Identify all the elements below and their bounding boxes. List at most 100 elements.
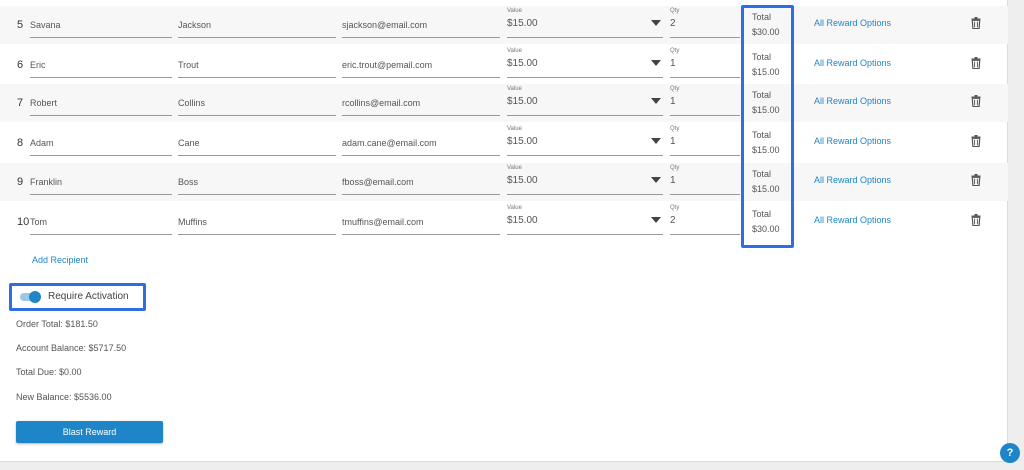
value-field-label: Value bbox=[507, 48, 522, 54]
help-button[interactable]: ? bbox=[1000, 443, 1020, 463]
first-name-field[interactable]: Eric bbox=[30, 46, 172, 78]
qty-field-label: Qty bbox=[670, 8, 680, 14]
quantity-field[interactable]: Qty 2 bbox=[670, 6, 740, 38]
total-column-highlight bbox=[741, 5, 794, 248]
row-number: 9 bbox=[17, 176, 24, 188]
recipient-row: 5 Savana Jackson sjackson@email.com Valu… bbox=[0, 6, 1008, 44]
value-field-label: Value bbox=[507, 86, 522, 92]
value-selected: $15.00 bbox=[507, 96, 538, 107]
first-name-value: Franklin bbox=[30, 177, 63, 187]
first-name-field[interactable]: Adam bbox=[30, 124, 172, 156]
first-name-field[interactable]: Franklin bbox=[30, 163, 172, 195]
value-field-label: Value bbox=[507, 8, 522, 14]
value-selected: $15.00 bbox=[507, 175, 538, 186]
row-number: 10 bbox=[17, 216, 30, 228]
caret-down-icon bbox=[651, 177, 661, 183]
caret-down-icon bbox=[651, 60, 661, 66]
quantity-field[interactable]: Qty 1 bbox=[670, 163, 740, 195]
value-selected: $15.00 bbox=[507, 58, 538, 69]
require-activation-highlight: Require Activation bbox=[9, 283, 146, 311]
quantity-field[interactable]: Qty 1 bbox=[670, 84, 740, 116]
last-name-field[interactable]: Boss bbox=[178, 163, 336, 195]
caret-down-icon bbox=[651, 138, 661, 144]
trash-icon[interactable] bbox=[971, 16, 981, 34]
trash-icon[interactable] bbox=[971, 56, 981, 74]
last-name-value: Jackson bbox=[178, 20, 212, 30]
value-selected: $15.00 bbox=[507, 215, 538, 226]
qty-field-label: Qty bbox=[670, 165, 680, 171]
all-reward-options-link[interactable]: All Reward Options bbox=[814, 58, 891, 68]
quantity-field[interactable]: Qty 1 bbox=[670, 46, 740, 78]
email-value: rcollins@email.com bbox=[342, 98, 421, 108]
recipients-panel: 5 Savana Jackson sjackson@email.com Valu… bbox=[0, 0, 1008, 462]
email-field[interactable]: rcollins@email.com bbox=[342, 84, 500, 116]
value-field-label: Value bbox=[507, 205, 522, 211]
quantity-value: 2 bbox=[670, 215, 676, 226]
value-select[interactable]: Value $15.00 bbox=[507, 163, 663, 195]
account-balance: Account Balance: $5717.50 bbox=[16, 343, 127, 353]
first-name-field[interactable]: Savana bbox=[30, 6, 172, 38]
caret-down-icon bbox=[651, 20, 661, 26]
qty-field-label: Qty bbox=[670, 126, 680, 132]
last-name-field[interactable]: Cane bbox=[178, 124, 336, 156]
email-value: adam.cane@email.com bbox=[342, 138, 437, 148]
all-reward-options-link[interactable]: All Reward Options bbox=[814, 215, 891, 225]
first-name-field[interactable]: Tom bbox=[30, 203, 172, 235]
trash-icon[interactable] bbox=[971, 213, 981, 231]
quantity-value: 1 bbox=[670, 58, 676, 69]
quantity-field[interactable]: Qty 2 bbox=[670, 203, 740, 235]
first-name-value: Tom bbox=[30, 217, 48, 227]
value-select[interactable]: Value $15.00 bbox=[507, 46, 663, 78]
email-field[interactable]: fboss@email.com bbox=[342, 163, 500, 195]
last-name-value: Muffins bbox=[178, 217, 207, 227]
last-name-value: Boss bbox=[178, 177, 199, 187]
email-value: sjackson@email.com bbox=[342, 20, 428, 30]
value-select[interactable]: Value $15.00 bbox=[507, 6, 663, 38]
value-select[interactable]: Value $15.00 bbox=[507, 84, 663, 116]
quantity-value: 1 bbox=[670, 175, 676, 186]
value-select[interactable]: Value $15.00 bbox=[507, 124, 663, 156]
caret-down-icon bbox=[651, 217, 661, 223]
add-recipient-link[interactable]: Add Recipient bbox=[32, 255, 88, 265]
first-name-value: Adam bbox=[30, 138, 54, 148]
email-field[interactable]: adam.cane@email.com bbox=[342, 124, 500, 156]
recipient-row: 10 Tom Muffins tmuffins@email.com Value … bbox=[0, 203, 1008, 241]
last-name-field[interactable]: Muffins bbox=[178, 203, 336, 235]
qty-field-label: Qty bbox=[670, 205, 680, 211]
all-reward-options-link[interactable]: All Reward Options bbox=[814, 175, 891, 185]
first-name-field[interactable]: Robert bbox=[30, 84, 172, 116]
require-activation-label: Require Activation bbox=[48, 291, 129, 302]
recipient-row: 8 Adam Cane adam.cane@email.com Value $1… bbox=[0, 124, 1008, 162]
value-selected: $15.00 bbox=[507, 136, 538, 147]
first-name-value: Savana bbox=[30, 20, 61, 30]
trash-icon[interactable] bbox=[971, 134, 981, 152]
email-value: fboss@email.com bbox=[342, 177, 414, 187]
quantity-field[interactable]: Qty 1 bbox=[670, 124, 740, 156]
last-name-field[interactable]: Jackson bbox=[178, 6, 336, 38]
trash-icon[interactable] bbox=[971, 173, 981, 191]
value-select[interactable]: Value $15.00 bbox=[507, 203, 663, 235]
new-balance: New Balance: $5536.00 bbox=[16, 392, 112, 402]
trash-icon[interactable] bbox=[971, 94, 981, 112]
row-number: 7 bbox=[17, 97, 24, 109]
first-name-value: Eric bbox=[30, 60, 46, 70]
last-name-field[interactable]: Trout bbox=[178, 46, 336, 78]
require-activation-toggle[interactable] bbox=[20, 291, 41, 303]
all-reward-options-link[interactable]: All Reward Options bbox=[814, 18, 891, 28]
qty-field-label: Qty bbox=[670, 86, 680, 92]
qty-field-label: Qty bbox=[670, 48, 680, 54]
total-due: Total Due: $0.00 bbox=[16, 367, 82, 377]
email-field[interactable]: tmuffins@email.com bbox=[342, 203, 500, 235]
blast-reward-button[interactable]: Blast Reward bbox=[16, 421, 163, 443]
last-name-field[interactable]: Collins bbox=[178, 84, 336, 116]
all-reward-options-link[interactable]: All Reward Options bbox=[814, 136, 891, 146]
recipient-row: 7 Robert Collins rcollins@email.com Valu… bbox=[0, 84, 1008, 122]
first-name-value: Robert bbox=[30, 98, 58, 108]
quantity-value: 1 bbox=[670, 96, 676, 107]
email-field[interactable]: sjackson@email.com bbox=[342, 6, 500, 38]
toggle-knob bbox=[29, 291, 41, 303]
email-field[interactable]: eric.trout@pemail.com bbox=[342, 46, 500, 78]
all-reward-options-link[interactable]: All Reward Options bbox=[814, 96, 891, 106]
row-number: 8 bbox=[17, 137, 24, 149]
row-number: 6 bbox=[17, 59, 24, 71]
